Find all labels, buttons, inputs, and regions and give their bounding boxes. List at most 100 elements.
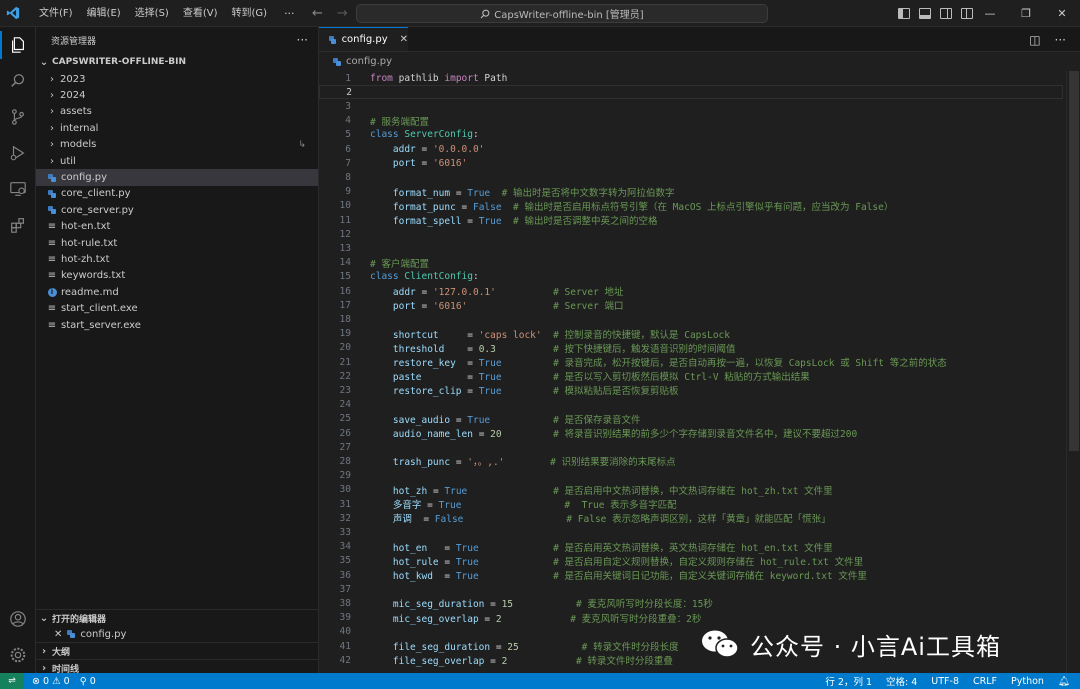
tree-item-util[interactable]: › util bbox=[36, 153, 318, 169]
tree-item-start-client-exe[interactable]: ≡ start_client.exe bbox=[36, 300, 318, 316]
code-editor[interactable]: 1 from pathlib import Path 2 3 4 # 服务端配置 5 clas… bbox=[319, 71, 1080, 673]
forward-arrow-icon[interactable]: → bbox=[337, 6, 348, 21]
back-arrow-icon[interactable]: ← bbox=[312, 6, 323, 21]
run-debug-icon[interactable] bbox=[0, 135, 36, 171]
git-status-icon: ↳ bbox=[298, 139, 306, 150]
tree-item-start-server-exe[interactable]: ≡ start_server.exe bbox=[36, 317, 318, 333]
tree-item-core-server-py[interactable]: core_server.py bbox=[36, 202, 318, 218]
account-icon[interactable] bbox=[0, 601, 36, 637]
ports-indicator[interactable]: ⚲ 0 bbox=[80, 676, 96, 687]
cursor-position[interactable]: 行 2，列 1 bbox=[825, 674, 872, 688]
tree-item-2024[interactable]: › 2024 bbox=[36, 87, 318, 103]
close-icon[interactable]: ✕ bbox=[54, 629, 62, 640]
close-tab-icon[interactable]: ✕ bbox=[400, 34, 408, 45]
code-token: Path bbox=[478, 72, 508, 84]
info-file-icon: i bbox=[46, 287, 58, 297]
menu-more-button[interactable]: ··· bbox=[274, 0, 305, 27]
code-token: from bbox=[370, 72, 393, 84]
toggle-sidebar-icon[interactable] bbox=[898, 8, 910, 19]
tree-item-assets[interactable]: › assets bbox=[36, 104, 318, 120]
tree-item-readme-md[interactable]: i readme.md bbox=[36, 284, 318, 300]
open-editor-item[interactable]: ✕ config.py bbox=[36, 626, 319, 642]
code-line: 6 addr = '0.0.0.0' bbox=[319, 142, 1063, 156]
tree-item-internal[interactable]: › internal bbox=[36, 120, 318, 136]
tree-item-2023[interactable]: › 2023 bbox=[36, 71, 318, 87]
command-center-search[interactable]: CapsWriter-offline-bin [管理员] bbox=[356, 4, 768, 23]
outline-header[interactable]: › 大纲 bbox=[36, 642, 319, 659]
line-number: 40 bbox=[339, 626, 351, 638]
tree-item-label: hot-en.txt bbox=[61, 221, 111, 233]
line-number: 20 bbox=[339, 342, 351, 354]
code-line: 13 bbox=[319, 241, 1063, 255]
code-token: = bbox=[415, 301, 433, 313]
extensions-icon[interactable] bbox=[0, 207, 36, 243]
menu-go[interactable]: 转到(G) bbox=[225, 0, 275, 27]
remote-explorer-icon[interactable] bbox=[0, 171, 36, 207]
line-number: 37 bbox=[339, 583, 351, 595]
toggle-panel-icon[interactable] bbox=[919, 8, 931, 19]
explorer-icon[interactable] bbox=[0, 27, 36, 63]
code-text: file_seg_overlap = 2 # 转录文件时分段重叠 bbox=[370, 653, 673, 667]
explorer-more-button[interactable]: ··· bbox=[297, 33, 308, 47]
editor-scrollbar[interactable] bbox=[1066, 71, 1080, 673]
menu-edit[interactable]: 编辑(E) bbox=[80, 0, 128, 27]
tree-item-models[interactable]: › models ↳ bbox=[36, 137, 318, 153]
status-bar: ⇌ ⊗ 0 ⚠ 0 ⚲ 0 行 2，列 1 空格: 4 UTF-8 CRLF P… bbox=[0, 673, 1080, 689]
scrollbar-thumb[interactable] bbox=[1069, 71, 1079, 451]
source-control-icon[interactable] bbox=[0, 99, 36, 135]
notifications-bell-icon[interactable]: 🔔︎ bbox=[1058, 676, 1070, 687]
code-token: = bbox=[438, 329, 479, 341]
language-mode[interactable]: Python bbox=[1011, 676, 1044, 687]
toggle-secondary-sidebar-icon[interactable] bbox=[940, 8, 952, 19]
tree-item-hot-zh-txt[interactable]: ≡ hot-zh.txt bbox=[36, 251, 318, 267]
tree-item-keywords-txt[interactable]: ≡ keywords.txt bbox=[36, 268, 318, 284]
chevron-right-icon: › bbox=[50, 73, 54, 85]
line-ending[interactable]: CRLF bbox=[973, 676, 997, 687]
code-line: 17 port = '6016' # Server 端口 bbox=[319, 298, 1063, 313]
encoding[interactable]: UTF-8 bbox=[931, 676, 959, 687]
code-text: hot_en = True # 是否启用英文热词替换，英文热词存储在 hot_e… bbox=[370, 540, 833, 554]
menu-file[interactable]: 文件(F) bbox=[32, 0, 80, 27]
explorer-sidebar: 资源管理器 ··· ⌄ CAPSWRITER-OFFLINE-BIN › 2023… bbox=[36, 27, 319, 675]
breadcrumb-file[interactable]: config.py bbox=[346, 56, 392, 67]
text-file-icon: ≡ bbox=[47, 319, 57, 331]
code-line: 2 bbox=[319, 85, 1063, 100]
settings-gear-icon[interactable] bbox=[0, 637, 36, 673]
workspace-folder-header[interactable]: ⌄ CAPSWRITER-OFFLINE-BIN bbox=[36, 53, 318, 71]
split-editor-icon[interactable]: ◫ bbox=[1029, 33, 1040, 47]
menu-view[interactable]: 查看(V) bbox=[176, 0, 225, 27]
restore-icon[interactable]: ❐ bbox=[1008, 0, 1044, 27]
indentation[interactable]: 空格: 4 bbox=[886, 674, 917, 688]
nav-arrows: ← → bbox=[312, 0, 348, 27]
minimize-icon[interactable]: — bbox=[972, 0, 1008, 27]
search-icon[interactable] bbox=[0, 63, 36, 99]
tree-item-hot-en-txt[interactable]: ≡ hot-en.txt bbox=[36, 219, 318, 235]
code-token: = bbox=[450, 414, 468, 426]
python-file-icon bbox=[333, 57, 341, 66]
code-token: file_seg_duration bbox=[392, 642, 491, 654]
remote-indicator-icon[interactable]: ⇌ bbox=[0, 673, 24, 689]
line-number: 11 bbox=[339, 214, 351, 226]
close-window-icon[interactable]: ✕ bbox=[1044, 0, 1080, 27]
tab-label: config.py bbox=[341, 34, 388, 45]
tree-item-hot-rule-txt[interactable]: ≡ hot-rule.txt bbox=[36, 235, 318, 251]
line-number: 30 bbox=[339, 484, 351, 496]
problems-indicator[interactable]: ⊗ 0 ⚠ 0 bbox=[32, 676, 70, 687]
menu-selection[interactable]: 选择(S) bbox=[128, 0, 176, 27]
python-file-icon bbox=[46, 206, 58, 215]
tree-item-config-py[interactable]: config.py bbox=[36, 169, 318, 186]
tree-item-core-client-py[interactable]: core_client.py bbox=[36, 186, 318, 202]
tab-config-py[interactable]: config.py ✕ bbox=[319, 27, 408, 51]
code-token: 20 bbox=[490, 429, 502, 441]
code-line: 21 restore_key = True # 录音完成，松开按键后，是否自动再… bbox=[319, 355, 1063, 370]
more-actions-icon[interactable]: ··· bbox=[1055, 33, 1066, 47]
open-editors-header[interactable]: ⌄ 打开的编辑器 bbox=[36, 609, 319, 626]
